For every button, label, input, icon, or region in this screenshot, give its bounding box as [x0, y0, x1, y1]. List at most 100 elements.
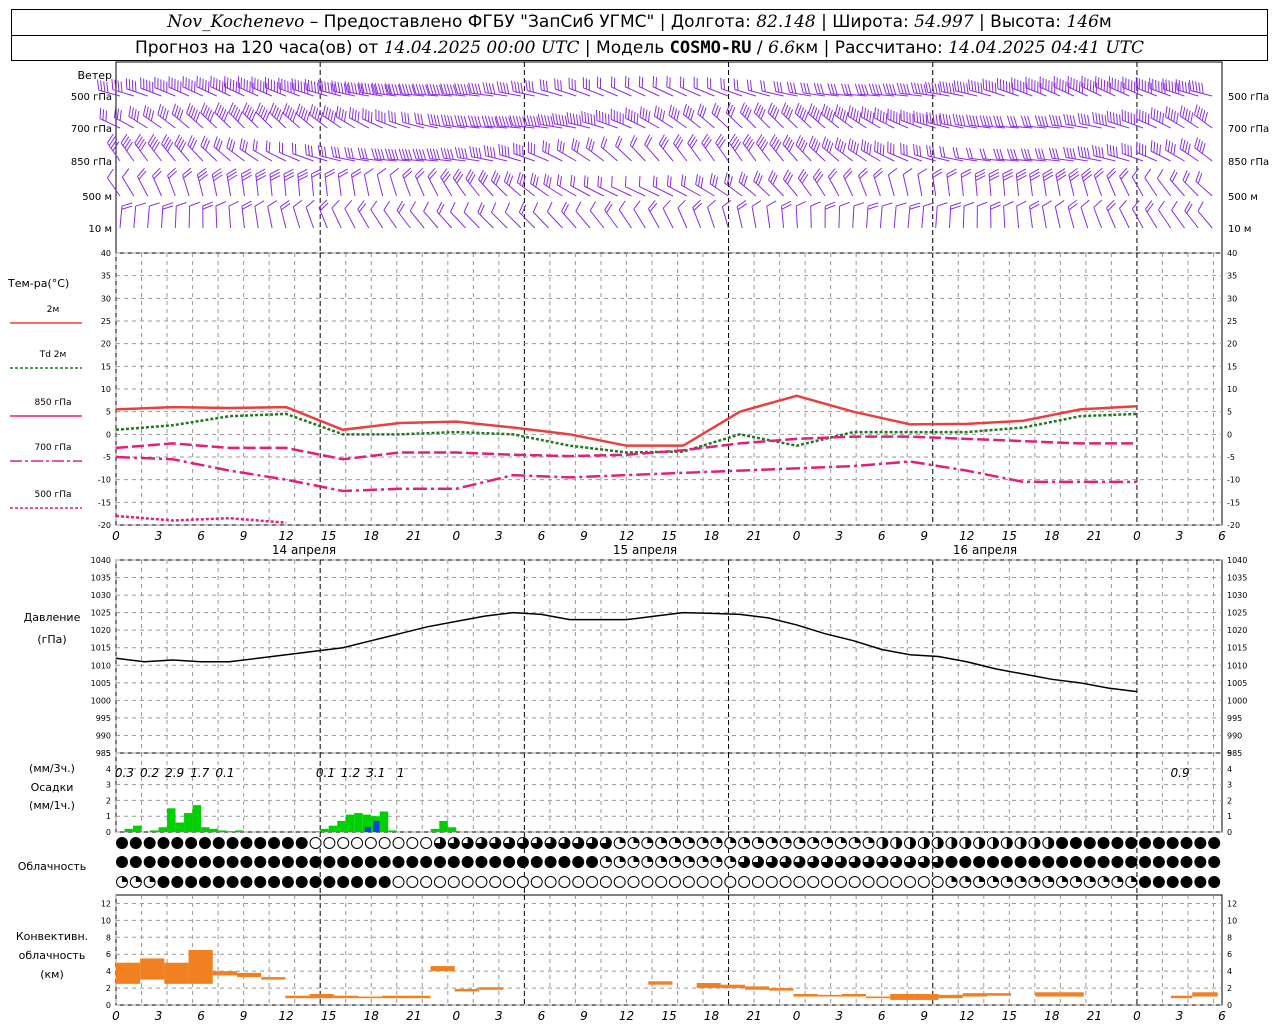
cloud-circle [572, 876, 585, 888]
wind-barb-feather [1068, 167, 1078, 176]
wind-barb-feather [213, 174, 223, 182]
wind-barb-feather [149, 202, 160, 207]
wind-barb-feather [1067, 199, 1077, 208]
wind-barb-staff [615, 145, 632, 162]
cloud-fill [1048, 876, 1054, 882]
wind-barb-staff [370, 209, 384, 229]
cloud-symbol [572, 876, 585, 888]
cloud-fill [923, 837, 930, 849]
cloud-symbol [1152, 876, 1165, 888]
wind-barb [147, 202, 160, 229]
wind-barb-feather [546, 201, 553, 213]
cloud-symbol [268, 856, 281, 868]
cloud-fill [393, 856, 404, 868]
wind-level-left: 700 гПа [71, 124, 112, 135]
wind-barb [662, 199, 674, 229]
cloud-symbol [710, 876, 723, 888]
cloud-symbol [254, 837, 267, 849]
wind-barb [1158, 200, 1172, 229]
wind-barb-staff [709, 183, 729, 197]
wind-barb-staff [1131, 176, 1144, 197]
precip-bar [209, 828, 219, 832]
cloud-symbol [226, 837, 239, 849]
wind-barb-feather [215, 201, 226, 207]
cloud-symbol [765, 856, 778, 868]
wind-barb-staff [182, 174, 190, 197]
cloud-symbol [143, 876, 156, 888]
wind-barb-staff [647, 208, 660, 229]
cloud-fill [1048, 837, 1054, 849]
cloud-fill [965, 837, 971, 849]
cloud-fill [992, 876, 999, 882]
temp-y-tick-left: -10 [98, 476, 111, 485]
cloud-fill [951, 837, 957, 849]
cloud-fill [144, 837, 156, 849]
cloud-fill [310, 856, 322, 868]
cloud-symbol [323, 876, 336, 888]
conv-bar [1192, 992, 1218, 997]
cloud-symbol [599, 856, 612, 868]
cloud-circle [489, 876, 502, 888]
cloud-fill [185, 876, 197, 888]
cloud-symbol [392, 876, 405, 888]
conv-bar [382, 995, 407, 999]
cloud-fill [702, 837, 709, 843]
wind-barb-staff [174, 205, 177, 229]
wind-barb-staff [376, 174, 384, 197]
precip-bar [150, 830, 159, 832]
cloud-symbol [641, 856, 654, 868]
cloud-circle [337, 837, 350, 849]
conv-bar [116, 962, 141, 984]
cloud-symbol [986, 837, 999, 849]
wind-barb [887, 167, 898, 197]
conv-title-1: Конвективн. [16, 930, 88, 943]
wind-barb-feather [589, 201, 597, 211]
cloud-symbol [516, 856, 529, 868]
wind-barb [1144, 168, 1158, 197]
wind-barb-feather [874, 170, 884, 179]
wind-barb-staff [357, 208, 370, 229]
cloud-fill [489, 856, 501, 868]
precip-bar [320, 828, 329, 832]
cloud-symbol [821, 856, 834, 868]
temp-y-tick-left: 5 [106, 408, 111, 417]
wind-barb [692, 199, 703, 229]
conv-y-tick-right: 10 [1227, 916, 1237, 925]
x-tick-temp: 18 [704, 529, 720, 543]
cloud-circle [641, 876, 654, 888]
precip-bar [201, 827, 210, 832]
cloud-fill [882, 837, 888, 849]
wind-barb-staff [134, 142, 149, 162]
wind-barb-feather [1131, 200, 1140, 210]
conv-bar [261, 977, 286, 980]
cloud-symbol [1166, 856, 1179, 868]
wind-barb-feather [888, 167, 898, 176]
cloud-symbol [669, 856, 681, 868]
cloud-symbol [240, 856, 253, 868]
wind-barb [988, 168, 1000, 197]
cloud-circle [738, 876, 751, 888]
cloud-symbol [724, 837, 737, 849]
wind-barb [1194, 137, 1213, 162]
wind-barb-feather [532, 202, 539, 213]
conv-bar [333, 995, 358, 999]
cloud-symbol [378, 837, 391, 849]
cloud-fill [1153, 876, 1165, 888]
cloud-symbol [876, 837, 889, 849]
wind-barb-staff [781, 112, 798, 129]
cloud-fill [157, 837, 169, 849]
cloud-symbol [268, 837, 281, 849]
x-tick-conv: 21 [746, 1009, 761, 1023]
wind-barb [1003, 201, 1014, 229]
cloud-symbol [544, 837, 557, 849]
temp-legend-label: 2м [47, 305, 60, 315]
wind-barb-feather [963, 201, 975, 207]
cloud-symbol [129, 876, 142, 888]
cloud-circle [807, 876, 820, 888]
wind-barb [121, 168, 135, 197]
temp-y-tick-right: 5 [1227, 408, 1232, 417]
wind-barb-staff [147, 206, 150, 229]
wind-barb-staff [196, 174, 204, 197]
pressure-y-tick-right: 1010 [1227, 661, 1247, 670]
wind-barb [402, 167, 413, 197]
